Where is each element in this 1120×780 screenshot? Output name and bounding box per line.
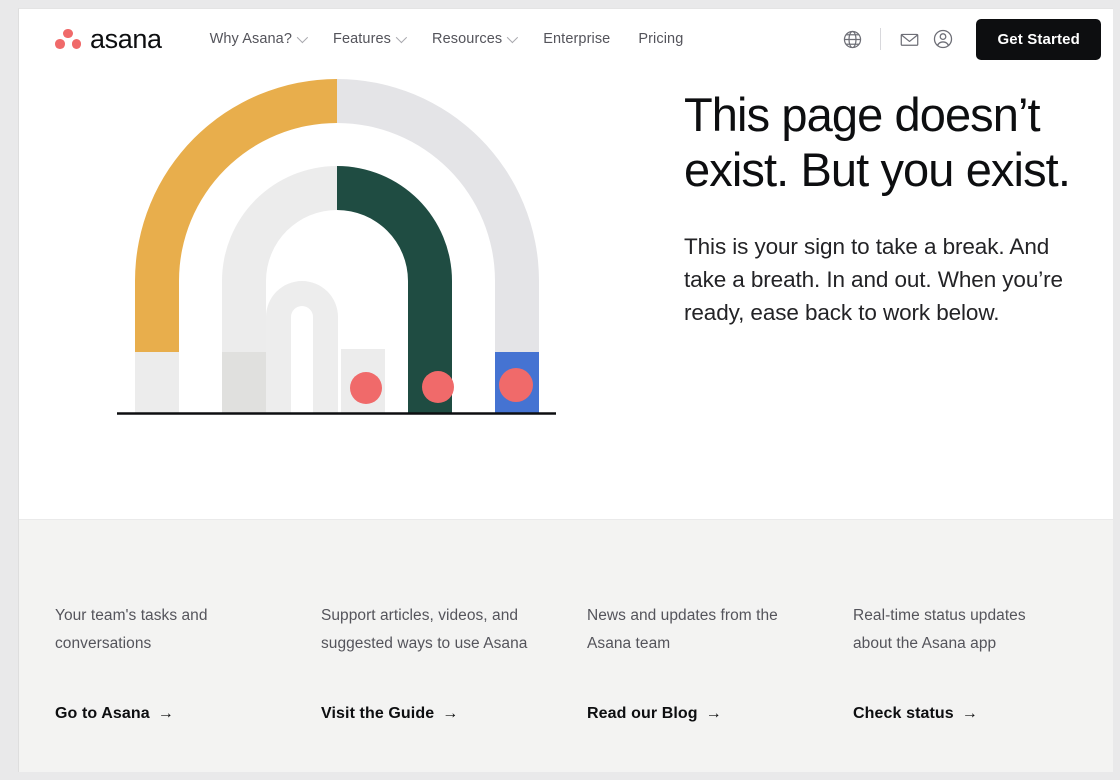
window-left-edge [0, 0, 18, 780]
contact-mail-button[interactable] [892, 22, 926, 56]
concentric-arches-illustration-icon [117, 79, 556, 415]
user-account-icon [934, 29, 953, 49]
globe-icon [843, 30, 862, 48]
arrow-right-icon: → [442, 705, 459, 723]
footer-link-label: Read our Blog [587, 705, 698, 723]
asana-three-dots-logo-icon [55, 28, 81, 50]
nav-item-label: Features [333, 31, 392, 47]
footer-links-section: Your team's tasks and conversations Go t… [19, 519, 1113, 772]
nav-item-label: Resources [432, 31, 503, 47]
header-actions: Get Started [835, 18, 1113, 60]
arrow-right-icon: → [157, 705, 174, 723]
asana-logo[interactable]: asana [55, 23, 162, 54]
arch-ring2-left-foot [222, 352, 266, 413]
coral-dot-1 [350, 372, 382, 404]
chevron-down-icon [296, 31, 309, 44]
nav-item-why-asana[interactable]: Why Asana? [196, 25, 319, 53]
hero-illustration [19, 69, 664, 519]
nav-item-enterprise[interactable]: Enterprise [529, 25, 624, 53]
nav-item-label: Why Asana? [209, 31, 292, 47]
language-globe-button[interactable] [835, 22, 869, 56]
get-started-button[interactable]: Get Started [976, 18, 1101, 60]
footer-link-label: Visit the Guide [321, 705, 435, 723]
footer-column-description: Support articles, videos, and suggested … [321, 607, 528, 652]
page-viewport: asana Why Asana? Features Resources Ente… [18, 8, 1113, 772]
arrow-right-icon: → [961, 705, 978, 723]
footer-column-asana: Your team's tasks and conversations Go t… [55, 602, 321, 723]
page-subtitle: This is your sign to take a break. And t… [684, 233, 1063, 326]
asana-wordmark: asana [90, 23, 162, 54]
nav-item-label: Pricing [638, 31, 684, 47]
window-top-edge [18, 0, 1120, 8]
main-navigation: Why Asana? Features Resources Enterprise… [196, 25, 698, 53]
nav-item-pricing[interactable]: Pricing [624, 25, 697, 53]
site-header: asana Why Asana? Features Resources Ente… [19, 9, 1113, 69]
go-to-asana-link[interactable]: Go to Asana → [55, 705, 174, 723]
footer-link-label: Go to Asana [55, 705, 150, 723]
nav-item-label: Enterprise [543, 31, 611, 47]
nav-item-features[interactable]: Features [319, 25, 418, 53]
hero-copy: This page doesn’t exist. But you exist. … [664, 69, 1113, 519]
footer-column-description: Real-time status updates about the Asana… [853, 607, 1026, 652]
logo-dot-bottom-right [71, 39, 81, 49]
footer-column-blog: News and updates from the Asana team Rea… [587, 602, 853, 723]
footer-link-label: Check status [853, 705, 954, 723]
arch-ring3-fill-helper [266, 316, 277, 413]
coral-dot-2 [422, 371, 454, 403]
footer-column-status: Real-time status updates about the Asana… [853, 602, 1093, 723]
hero-section: This page doesn’t exist. But you exist. … [19, 69, 1113, 519]
visit-the-guide-link[interactable]: Visit the Guide → [321, 705, 458, 723]
logo-dot-bottom-left [55, 39, 65, 49]
footer-column-description: Your team's tasks and conversations [55, 607, 208, 652]
logo-dot-top [63, 28, 73, 38]
chevron-down-icon [507, 31, 519, 44]
page-title: This page doesn’t exist. But you exist. [684, 88, 1071, 197]
nav-item-resources[interactable]: Resources [418, 25, 529, 53]
arrow-right-icon: → [705, 705, 722, 723]
arch-ring1-left-foot [135, 352, 179, 413]
header-divider [880, 28, 882, 50]
read-our-blog-link[interactable]: Read our Blog → [587, 705, 722, 723]
footer-column-description: News and updates from the Asana team [587, 607, 778, 652]
coral-dot-3 [499, 368, 533, 402]
check-status-link[interactable]: Check status → [853, 705, 978, 723]
window-bottom-edge [0, 772, 1120, 780]
footer-column-guide: Support articles, videos, and suggested … [321, 602, 587, 723]
footer-links-grid: Your team's tasks and conversations Go t… [55, 602, 1093, 723]
account-login-button[interactable] [926, 22, 960, 56]
chevron-down-icon [395, 31, 408, 44]
envelope-icon [900, 33, 919, 46]
